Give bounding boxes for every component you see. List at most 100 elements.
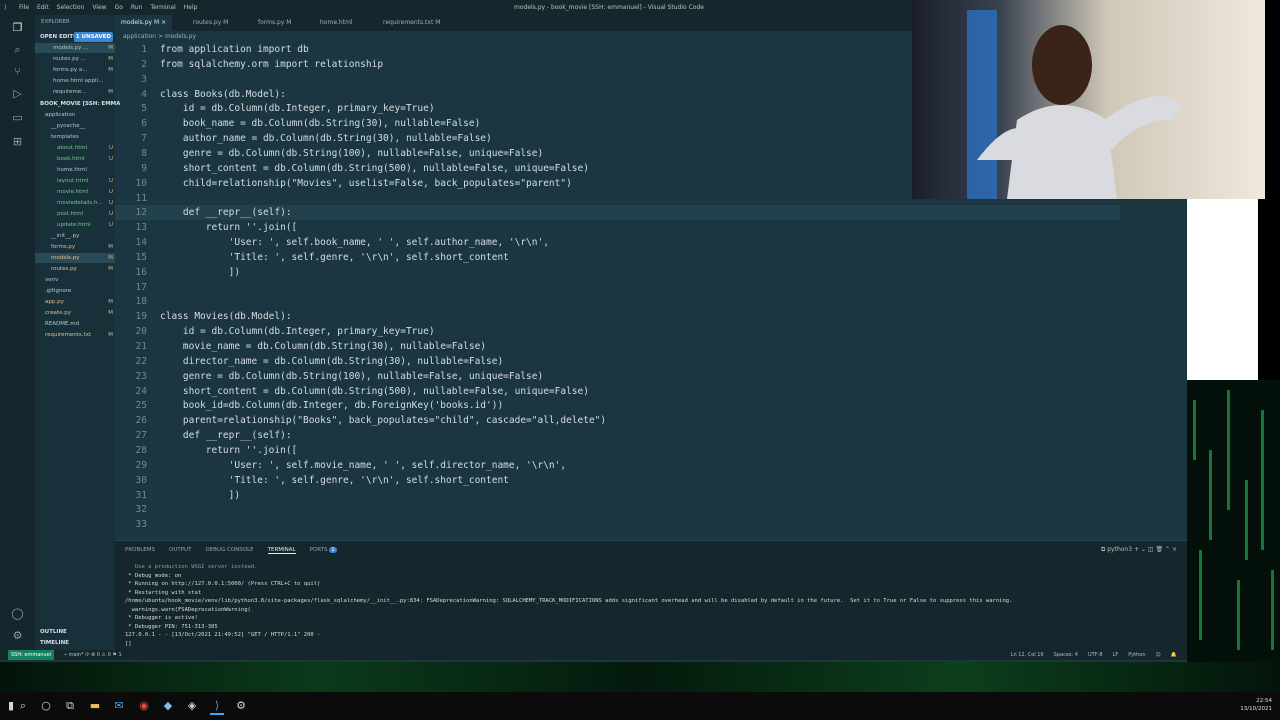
- file-explorer-icon[interactable]: ▬: [88, 699, 102, 713]
- file-tree-item[interactable]: about.html U: [35, 143, 115, 153]
- timeline-header[interactable]: TIMELINE: [40, 638, 120, 648]
- file-tree-item[interactable]: layout.html U: [35, 176, 115, 186]
- menu-view[interactable]: View: [92, 4, 106, 11]
- file-tree-item[interactable]: forms.py M: [35, 242, 115, 252]
- tab-routes[interactable]: routes.py M: [187, 15, 234, 31]
- notifications-icon[interactable]: 🔔: [1171, 650, 1177, 660]
- code-line[interactable]: 33: [115, 517, 1120, 532]
- remote-indicator[interactable]: SSH: emmanuel: [8, 650, 55, 660]
- explorer-icon[interactable]: ❐: [11, 21, 24, 34]
- panel-tab-problems[interactable]: PROBLEMS: [125, 547, 155, 554]
- mail-icon[interactable]: ✉: [112, 699, 126, 713]
- cursor-position[interactable]: Ln 12, Col 16: [1011, 650, 1044, 660]
- sync-icon[interactable]: ⟳: [85, 652, 89, 658]
- terminal-output[interactable]: Use a production WSGI server instead. * …: [125, 563, 1180, 648]
- code-line[interactable]: 13 return ''.join([: [115, 220, 1120, 235]
- open-editor-requirements[interactable]: requireme... M: [35, 87, 115, 97]
- file-tree-item[interactable]: home.html: [35, 165, 115, 175]
- file-tree-item[interactable]: book.html U: [35, 154, 115, 164]
- source-control-icon[interactable]: ⑂: [11, 65, 24, 78]
- code-line[interactable]: 18: [115, 294, 1120, 309]
- maximize-panel-icon[interactable]: ⌃: [1165, 546, 1170, 553]
- open-editor-routes[interactable]: routes.py ... M: [35, 54, 115, 64]
- menu-file[interactable]: File: [19, 4, 29, 11]
- remote-explorer-icon[interactable]: ▭: [11, 111, 24, 124]
- account-icon[interactable]: ◯: [11, 607, 24, 620]
- task-view-icon[interactable]: ⧉: [63, 699, 77, 713]
- open-editor-models[interactable]: models.py ... M: [35, 43, 115, 53]
- settings-icon[interactable]: ⚙: [234, 699, 248, 713]
- file-tree-item[interactable]: __init__.py: [35, 231, 115, 241]
- code-line[interactable]: 29 'User: ', self.movie_name, ' ', self.…: [115, 458, 1120, 473]
- tab-models[interactable]: models.py M ×: [115, 15, 173, 31]
- problems-count[interactable]: ⊗ 0 ⚠ 0 ⚑ 1: [91, 652, 122, 658]
- code-line[interactable]: 22 director_name = db.Column(db.String(3…: [115, 354, 1120, 369]
- panel-tab-output[interactable]: OUTPUT: [169, 547, 191, 554]
- outline-header[interactable]: OUTLINE: [40, 627, 120, 637]
- code-line[interactable]: 17: [115, 280, 1120, 295]
- menu-go[interactable]: Go: [115, 4, 123, 11]
- cortana-icon[interactable]: ○: [39, 699, 53, 713]
- close-panel-icon[interactable]: ×: [1172, 546, 1177, 553]
- code-line[interactable]: 30 'Title: ', self.genre, '\r\n', self.s…: [115, 473, 1120, 488]
- panel-tab-debug-console[interactable]: DEBUG CONSOLE: [205, 547, 253, 554]
- code-line[interactable]: 23 genre = db.Column(db.String(100), nul…: [115, 369, 1120, 384]
- tab-requirements[interactable]: requirements.txt M: [377, 15, 446, 31]
- open-editor-forms[interactable]: forms.py a... M: [35, 65, 115, 75]
- code-line[interactable]: 20 id = db.Column(db.Integer, primary_ke…: [115, 324, 1120, 339]
- file-tree-item[interactable]: app.py M: [35, 297, 115, 307]
- language-mode[interactable]: Python: [1128, 650, 1145, 660]
- open-editor-home[interactable]: home.html appli...: [35, 76, 115, 86]
- menu-edit[interactable]: Edit: [37, 4, 49, 11]
- extensions-icon[interactable]: ⊞: [11, 135, 24, 148]
- file-tree-item[interactable]: venv: [35, 275, 115, 285]
- code-line[interactable]: 14 'User: ', self.book_name, ' ', self.a…: [115, 235, 1120, 250]
- app-icon[interactable]: ◆: [161, 699, 175, 713]
- split-terminal-icon[interactable]: ◫: [1148, 546, 1154, 553]
- search-icon[interactable]: ⌕: [16, 699, 30, 713]
- file-tree-item[interactable]: post.html U: [35, 209, 115, 219]
- line-ending[interactable]: LF: [1113, 650, 1119, 660]
- panel-tab-ports[interactable]: PORTS 1: [310, 547, 337, 554]
- branch-name[interactable]: main*: [69, 652, 84, 658]
- menu-run[interactable]: Run: [131, 4, 143, 11]
- code-line[interactable]: 32: [115, 502, 1120, 517]
- menu-selection[interactable]: Selection: [57, 4, 85, 11]
- code-line[interactable]: 24 short_content = db.Column(db.String(5…: [115, 384, 1120, 399]
- git-icon[interactable]: ◈: [185, 699, 199, 713]
- encoding[interactable]: UTF-8: [1088, 650, 1103, 660]
- code-line[interactable]: 12 def __repr__(self):: [115, 205, 1120, 221]
- menu-terminal[interactable]: Terminal: [150, 4, 175, 11]
- indentation[interactable]: Spaces: 4: [1054, 650, 1078, 660]
- settings-gear-icon[interactable]: ⚙: [11, 629, 24, 642]
- code-line[interactable]: 26 parent=relationship("Books", back_pop…: [115, 413, 1120, 428]
- new-terminal-icon[interactable]: +: [1134, 546, 1139, 553]
- tab-home[interactable]: home.html: [314, 15, 359, 31]
- open-editors-header[interactable]: OPEN EDITORS 1 UNSAVED: [40, 32, 115, 42]
- file-tree-item[interactable]: models.py M: [35, 253, 115, 263]
- code-line[interactable]: 21 movie_name = db.Column(db.String(30),…: [115, 339, 1120, 354]
- file-tree-item[interactable]: requirements.txt M: [35, 330, 115, 340]
- project-header[interactable]: BOOK_MOVIE [SSH: EMMA...: [40, 99, 120, 109]
- file-tree-item[interactable]: .gitignore: [35, 286, 115, 296]
- code-line[interactable]: 16 ]): [115, 265, 1120, 280]
- code-line[interactable]: 28 return ''.join([: [115, 443, 1120, 458]
- chrome-icon[interactable]: ◉: [137, 699, 151, 713]
- file-tree-item[interactable]: templates: [35, 132, 115, 142]
- search-icon[interactable]: ⌕: [11, 43, 24, 56]
- vscode-taskbar-icon[interactable]: ⟩: [210, 699, 224, 715]
- close-icon[interactable]: ×: [161, 19, 166, 26]
- file-tree-item[interactable]: application: [35, 110, 115, 120]
- file-tree-item[interactable]: update.html U: [35, 220, 115, 230]
- trash-icon[interactable]: 🗑: [1155, 546, 1163, 553]
- code-line[interactable]: 25 book_id=db.Column(db.Integer, db.Fore…: [115, 398, 1120, 413]
- feedback-icon[interactable]: ☺: [1156, 650, 1161, 660]
- file-tree-item[interactable]: __pycache__: [35, 121, 115, 131]
- file-tree-item[interactable]: README.md: [35, 319, 115, 329]
- panel-tab-terminal[interactable]: TERMINAL: [267, 547, 296, 554]
- run-debug-icon[interactable]: ▷: [11, 87, 24, 100]
- file-tree-item[interactable]: moviedetails.h... U: [35, 198, 115, 208]
- menu-help[interactable]: Help: [184, 4, 198, 11]
- code-line[interactable]: 27 def __repr__(self):: [115, 428, 1120, 443]
- system-clock[interactable]: 22:54 13/10/2021: [1240, 697, 1272, 713]
